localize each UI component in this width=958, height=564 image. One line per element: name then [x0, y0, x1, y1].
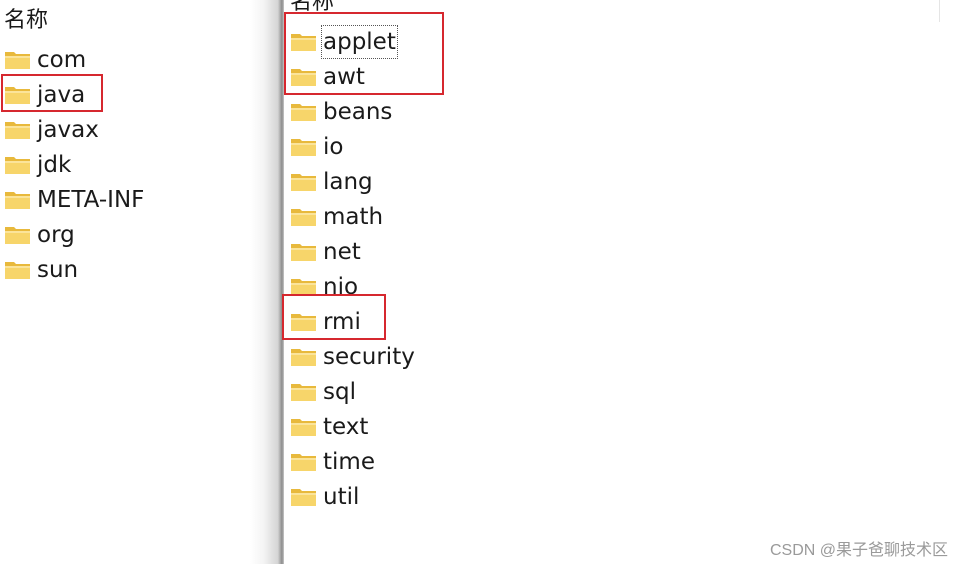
folder-icon [291, 383, 316, 401]
folder-row-rmi[interactable]: rmi [290, 304, 415, 339]
folder-label: math [323, 203, 384, 230]
folder-icon [5, 191, 30, 209]
column-divider[interactable] [939, 0, 940, 22]
pane-divider-shadow [250, 0, 284, 564]
left-folder-pane: 名称 com java javax jdk META-INF org sun [0, 0, 282, 564]
folder-row-nio[interactable]: nio [290, 269, 415, 304]
folder-label: awt [323, 63, 365, 90]
left-column-header-name[interactable]: 名称 [4, 6, 48, 36]
folder-row-lang[interactable]: lang [290, 164, 415, 199]
folder-row-meta-inf[interactable]: META-INF [4, 182, 144, 217]
folder-label: security [323, 343, 415, 370]
watermark: CSDN @果子爸聊技术区 [769, 542, 948, 559]
folder-label: util [323, 483, 360, 510]
folder-icon [291, 243, 316, 261]
folder-label: jdk [37, 151, 72, 178]
folder-label: rmi [323, 308, 361, 335]
folder-label: net [323, 238, 361, 265]
folder-icon [5, 156, 30, 174]
folder-row-util[interactable]: util [290, 479, 415, 514]
folder-label: java [37, 81, 86, 108]
folder-row-text[interactable]: text [290, 409, 415, 444]
folder-icon [291, 173, 316, 191]
folder-icon [291, 313, 316, 331]
folder-row-awt[interactable]: awt [290, 59, 415, 94]
folder-label: sql [323, 378, 356, 405]
folder-row-io[interactable]: io [290, 129, 415, 164]
folder-row-math[interactable]: math [290, 199, 415, 234]
folder-label: sun [37, 256, 79, 283]
explorer-window: 名称 com java javax jdk META-INF org sun 名… [0, 0, 958, 564]
folder-label: time [323, 448, 375, 475]
folder-row-security[interactable]: security [290, 339, 415, 374]
folder-icon [291, 138, 316, 156]
folder-row-org[interactable]: org [4, 217, 144, 252]
folder-row-sun[interactable]: sun [4, 252, 144, 287]
right-folder-pane: 名称 applet awt beans io lang math net nio… [282, 0, 958, 564]
folder-icon [291, 103, 316, 121]
folder-icon [291, 278, 316, 296]
folder-label: text [323, 413, 369, 440]
folder-label: nio [323, 273, 359, 300]
folder-row-java[interactable]: java [4, 77, 144, 112]
folder-icon [291, 453, 316, 471]
folder-icon [5, 51, 30, 69]
folder-label: com [37, 46, 87, 73]
folder-icon [291, 208, 316, 226]
folder-label: beans [323, 98, 393, 125]
folder-icon [5, 86, 30, 104]
folder-icon [291, 33, 316, 51]
folder-label: META-INF [37, 186, 145, 213]
folder-row-com[interactable]: com [4, 42, 144, 77]
folder-row-applet[interactable]: applet [290, 24, 415, 59]
right-folder-list: applet awt beans io lang math net nio rm… [290, 24, 415, 514]
folder-icon [291, 488, 316, 506]
folder-label: org [37, 221, 75, 248]
folder-row-net[interactable]: net [290, 234, 415, 269]
folder-label: io [323, 133, 344, 160]
folder-row-beans[interactable]: beans [290, 94, 415, 129]
folder-label: applet [321, 24, 398, 59]
folder-row-javax[interactable]: javax [4, 112, 144, 147]
folder-row-time[interactable]: time [290, 444, 415, 479]
right-column-header-name[interactable]: 名称 [290, 0, 334, 18]
folder-icon [291, 68, 316, 86]
folder-icon [5, 121, 30, 139]
folder-icon [5, 261, 30, 279]
folder-label: javax [37, 116, 99, 143]
left-folder-list: com java javax jdk META-INF org sun [4, 42, 144, 287]
folder-icon [291, 348, 316, 366]
folder-icon [5, 226, 30, 244]
folder-row-sql[interactable]: sql [290, 374, 415, 409]
folder-row-jdk[interactable]: jdk [4, 147, 144, 182]
folder-icon [291, 418, 316, 436]
folder-label: lang [323, 168, 373, 195]
